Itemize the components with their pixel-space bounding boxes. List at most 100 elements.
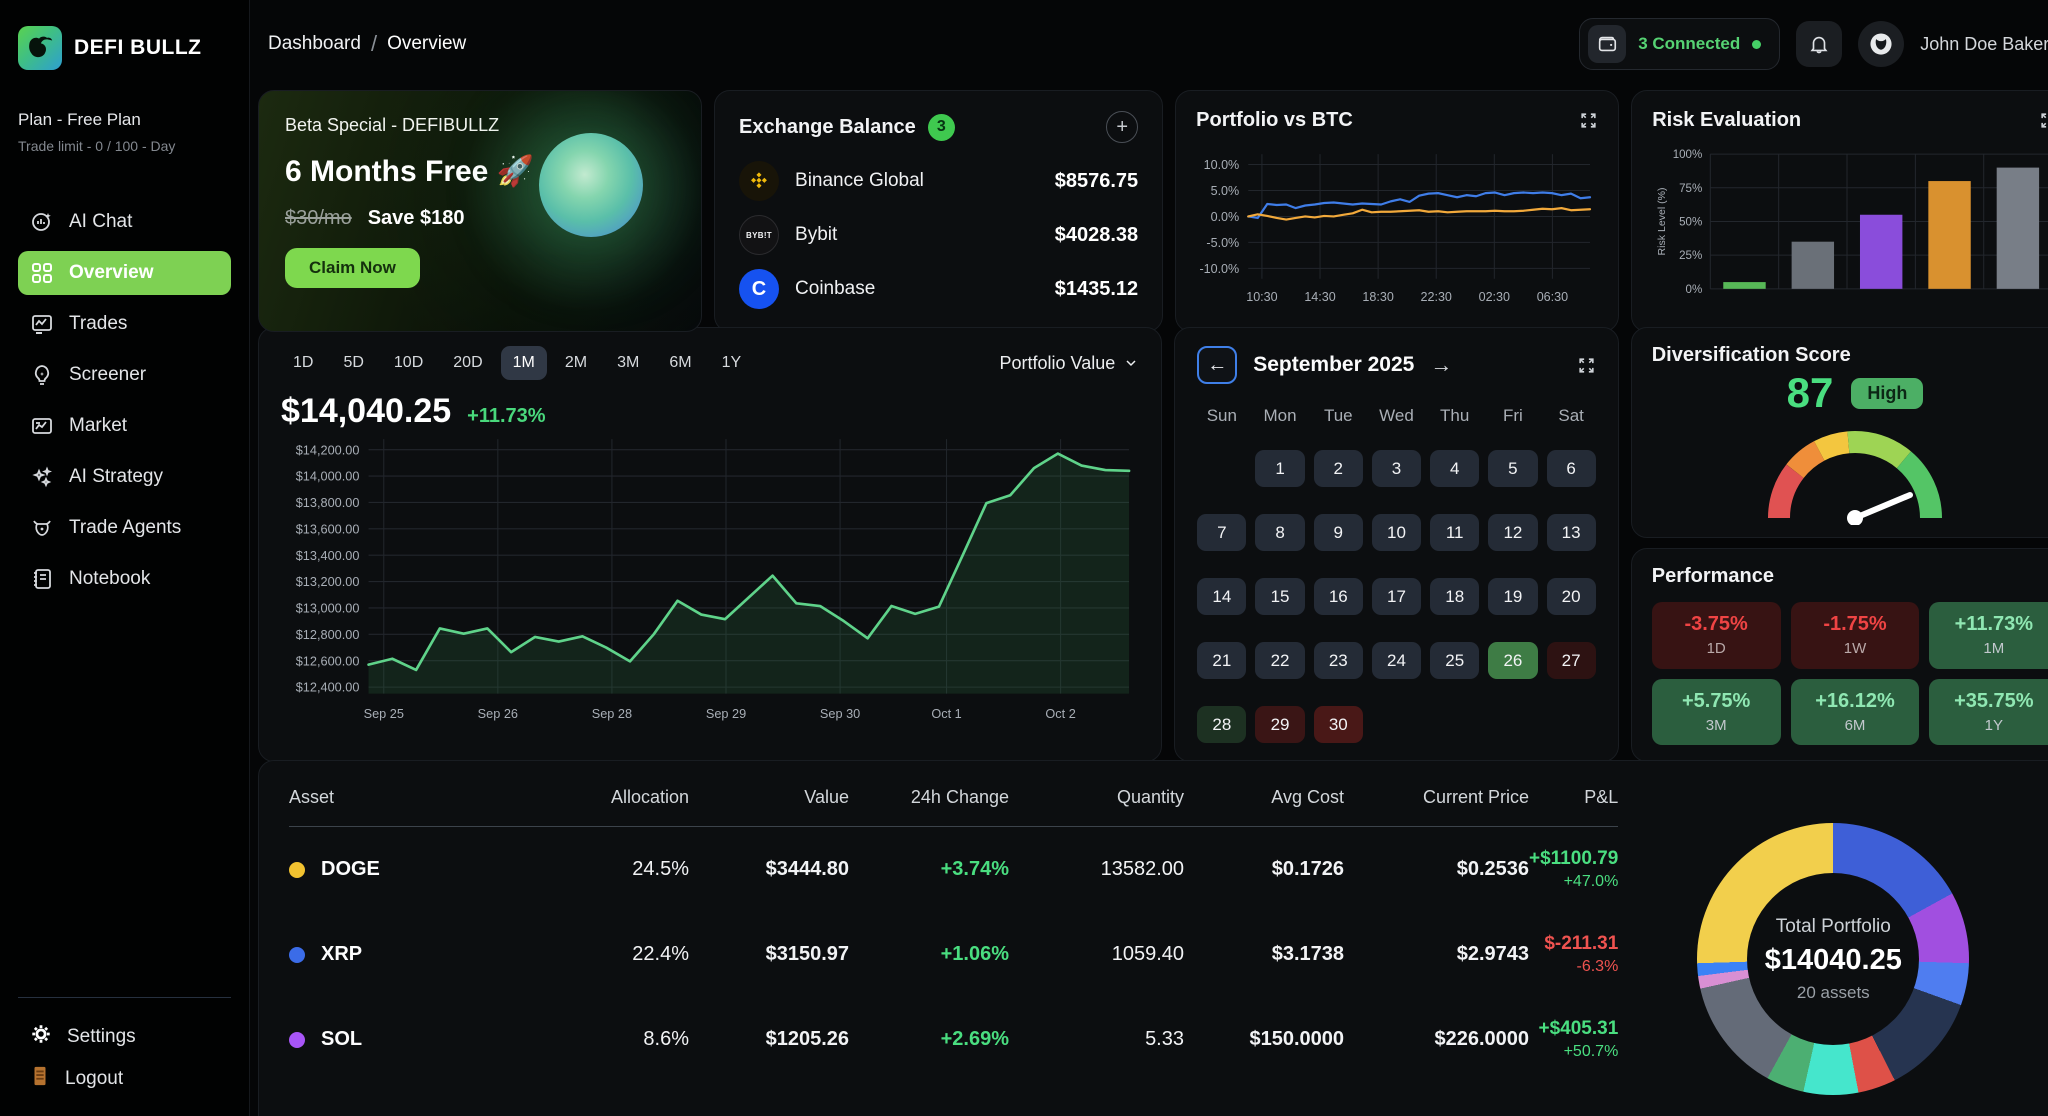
asset-row-doge[interactable]: DOGE24.5%$3444.80+3.74%13582.00$0.1726$0…: [289, 827, 1618, 912]
svg-text:14:30: 14:30: [1304, 290, 1335, 304]
sidebar-item-notebook[interactable]: Notebook: [18, 557, 231, 601]
user-name: John Doe Baker: [1920, 34, 2048, 55]
range-button-1d[interactable]: 1D: [281, 346, 325, 380]
svg-text:$12,600.00: $12,600.00: [296, 653, 360, 668]
range-button-1m[interactable]: 1M: [501, 346, 547, 380]
calendar-day-24[interactable]: 24: [1372, 642, 1421, 679]
calendar-day-9[interactable]: 9: [1314, 514, 1363, 551]
calendar-day-17[interactable]: 17: [1372, 578, 1421, 615]
calendar-day-4[interactable]: 4: [1430, 450, 1479, 487]
svg-text:10:30: 10:30: [1246, 290, 1277, 304]
notifications-button[interactable]: [1796, 21, 1842, 67]
asset-dot: [289, 1032, 305, 1048]
avatar[interactable]: [1858, 21, 1904, 67]
calendar-day-26[interactable]: 26: [1488, 642, 1537, 679]
svg-text:Risk Level (%): Risk Level (%): [1656, 187, 1668, 255]
claim-now-button[interactable]: Claim Now: [285, 248, 420, 288]
range-button-1y[interactable]: 1Y: [710, 346, 754, 380]
svg-text:$13,400.00: $13,400.00: [296, 548, 360, 563]
calendar-day-27[interactable]: 27: [1547, 642, 1596, 679]
dashboard-content: Beta Special - DEFIBULLZ 6 Months Free 🚀…: [250, 88, 2048, 1116]
calendar-day-14[interactable]: 14: [1197, 578, 1246, 615]
sidebar-item-trade-agents[interactable]: Trade Agents: [18, 506, 231, 550]
calendar-day-2[interactable]: 2: [1314, 450, 1363, 487]
svg-text:Oct 2: Oct 2: [1045, 706, 1075, 721]
sidebar-item-screener[interactable]: Screener: [18, 353, 231, 397]
asset-row-xrp[interactable]: XRP22.4%$3150.97+1.06%1059.40$3.1738$2.9…: [289, 912, 1618, 997]
breadcrumb: Dashboard / Overview: [268, 31, 466, 57]
calendar-day-29[interactable]: 29: [1255, 706, 1304, 743]
row-middle-cards: 1D5D10D20D1M2M3M6M1Y Portfolio Value $14…: [258, 327, 2048, 745]
sidebar-item-logout[interactable]: Logout: [18, 1058, 231, 1100]
sidebar-divider: [18, 997, 231, 998]
sidebar-item-ai-chat[interactable]: AI Chat: [18, 200, 231, 244]
add-exchange-button[interactable]: +: [1106, 111, 1138, 143]
calendar-day-13[interactable]: 13: [1547, 514, 1596, 551]
sidebar-item-trades[interactable]: Trades: [18, 302, 231, 346]
calendar-day-19[interactable]: 19: [1488, 578, 1537, 615]
range-button-2m[interactable]: 2M: [553, 346, 599, 380]
weekday-label: Fri: [1488, 406, 1537, 426]
calendar-day-5[interactable]: 5: [1488, 450, 1537, 487]
svg-text:-5.0%: -5.0%: [1207, 236, 1240, 250]
asset-dot: [289, 862, 305, 878]
calendar-day-22[interactable]: 22: [1255, 642, 1304, 679]
topbar: Dashboard / Overview 3 Connected: [250, 0, 2048, 88]
allocation-donut-chart: Total Portfolio $14040.25 20 assets: [1697, 823, 1969, 1095]
performance-tile-1m: +11.73%1M: [1929, 602, 2048, 669]
calendar-day-10[interactable]: 10: [1372, 514, 1421, 551]
calendar-day-1[interactable]: 1: [1255, 450, 1304, 487]
range-button-3m[interactable]: 3M: [605, 346, 651, 380]
svg-text:5.0%: 5.0%: [1211, 184, 1240, 198]
user-menu[interactable]: John Doe Baker: [1920, 34, 2048, 55]
sidebar: DEFI BULLZ Plan - Free Plan Trade limit …: [0, 0, 250, 1116]
calendar-day-18[interactable]: 18: [1430, 578, 1479, 615]
breadcrumb-dashboard[interactable]: Dashboard: [268, 33, 361, 55]
brand-name: DEFI BULLZ: [74, 36, 201, 60]
svg-text:-10.0%: -10.0%: [1200, 262, 1240, 276]
calendar-day-12[interactable]: 12: [1488, 514, 1537, 551]
exchange-row-coinbase[interactable]: C Coinbase $1435.12: [739, 267, 1138, 311]
portfolio-value-card: 1D5D10D20D1M2M3M6M1Y Portfolio Value $14…: [258, 327, 1162, 762]
svg-text:$12,400.00: $12,400.00: [296, 680, 360, 695]
exchange-row-binance[interactable]: Binance Global $8576.75: [739, 159, 1138, 203]
donut-center: Total Portfolio $14040.25 20 assets: [1747, 873, 1919, 1045]
portfolio-value-dropdown[interactable]: Portfolio Value: [1000, 353, 1140, 374]
svg-text:$13,200.00: $13,200.00: [296, 574, 360, 589]
sidebar-item-settings[interactable]: Settings: [18, 1016, 231, 1058]
wallet-connected-button[interactable]: 3 Connected: [1579, 18, 1780, 70]
calendar-next-button[interactable]: →: [1430, 352, 1452, 378]
calendar-day-23[interactable]: 23: [1314, 642, 1363, 679]
calendar-day-8[interactable]: 8: [1255, 514, 1304, 551]
calendar-day-7[interactable]: 7: [1197, 514, 1246, 551]
allocation-donut-zone: Total Portfolio $14040.25 20 assets: [1618, 787, 2048, 1116]
calendar-day-16[interactable]: 16: [1314, 578, 1363, 615]
range-button-10d[interactable]: 10D: [382, 346, 435, 380]
sidebar-item-market[interactable]: Market: [18, 404, 231, 448]
sidebar-item-ai-strategy[interactable]: AI Strategy: [18, 455, 231, 499]
calendar-day-25[interactable]: 25: [1430, 642, 1479, 679]
calendar-day-6[interactable]: 6: [1547, 450, 1596, 487]
calendar-day-21[interactable]: 21: [1197, 642, 1246, 679]
asset-row-sol[interactable]: SOL8.6%$1205.26+2.69%5.33$150.0000$226.0…: [289, 997, 1618, 1082]
performance-card: Performance -3.75%1D-1.75%1W+11.73%1M+5.…: [1631, 548, 2048, 762]
range-button-5d[interactable]: 5D: [331, 346, 375, 380]
sidebar-item-overview[interactable]: Overview: [18, 251, 231, 295]
exchange-row-bybit[interactable]: BYB!T Bybit $4028.38: [739, 213, 1138, 257]
performance-tile-3m: +5.75%3M: [1652, 679, 1781, 746]
range-button-20d[interactable]: 20D: [441, 346, 494, 380]
expand-icon[interactable]: [1577, 356, 1596, 375]
sidebar-item-label: Market: [69, 415, 127, 437]
svg-text:$12,800.00: $12,800.00: [296, 627, 360, 642]
calendar-prev-button[interactable]: ←: [1197, 346, 1237, 384]
range-button-6m[interactable]: 6M: [657, 346, 703, 380]
logout-label: Logout: [65, 1068, 123, 1090]
calendar-day-30[interactable]: 30: [1314, 706, 1363, 743]
calendar-day-20[interactable]: 20: [1547, 578, 1596, 615]
calendar-day-11[interactable]: 11: [1430, 514, 1479, 551]
calendar-day-3[interactable]: 3: [1372, 450, 1421, 487]
calendar-day-15[interactable]: 15: [1255, 578, 1304, 615]
expand-icon[interactable]: [2039, 111, 2048, 130]
calendar-day-28[interactable]: 28: [1197, 706, 1246, 743]
expand-icon[interactable]: [1579, 111, 1598, 130]
